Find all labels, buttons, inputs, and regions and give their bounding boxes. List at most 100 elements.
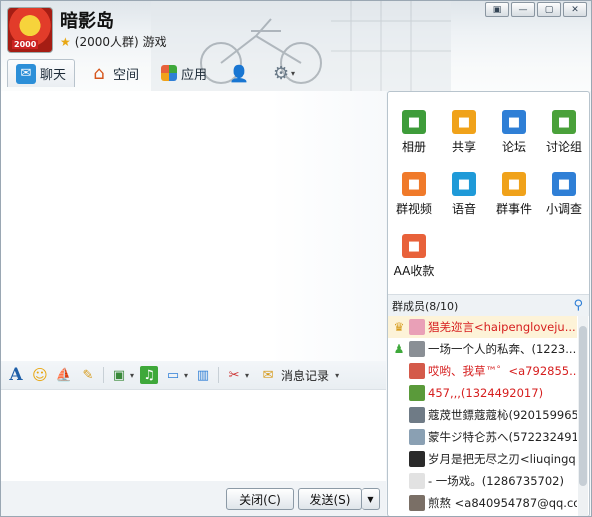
close-icon: ✕	[571, 4, 579, 15]
app-label: 共享	[451, 140, 476, 154]
member-row[interactable]: ♛猖羌迩言<haipengloveju...✎	[388, 316, 577, 338]
member-avatar	[409, 451, 425, 467]
tab-chat[interactable]: ✉ 聊天	[7, 59, 76, 87]
settings-button[interactable]: ⚙ ▾	[263, 59, 303, 87]
group-meta: ★ (2000人群) 游戏	[60, 33, 167, 50]
member-name: 岁月是把无尽之刃<liuqingq...	[428, 452, 577, 466]
app-forum[interactable]: ■ 论坛	[489, 110, 539, 172]
close-window-button[interactable]: ✕	[563, 2, 587, 17]
chevron-down-icon[interactable]: ▾	[184, 371, 188, 380]
search-icon[interactable]: ⚲	[573, 298, 583, 313]
no-badge	[392, 473, 406, 489]
survey-icon: ■	[552, 172, 576, 196]
app-label: 小调查	[545, 202, 582, 216]
apps-icon	[161, 65, 178, 81]
tab-space-label: 空间	[113, 67, 140, 83]
member-row[interactable]: 煎熬 <a840954787@qq.co...	[388, 492, 577, 514]
add-member-icon: 👤	[229, 63, 249, 83]
member-row[interactable]: 457,,,(1324492017)	[388, 382, 577, 404]
calendar-icon: ■	[502, 172, 526, 196]
tab-bar: ✉ 聊天 ⌂ 空间 应用 👤 ⚙ ▾	[7, 59, 303, 87]
no-badge	[392, 429, 406, 445]
emoji-icon[interactable]: ☺	[31, 366, 49, 384]
app-survey[interactable]: ■ 小调查	[539, 172, 589, 234]
minimize-icon: —	[518, 4, 528, 15]
member-name: 煎熬 <a840954787@qq.co...	[428, 496, 577, 510]
group-avatar[interactable]: 2000	[7, 7, 53, 53]
app-label: 语音	[451, 202, 476, 216]
app-aa-payment[interactable]: ■ AA收款	[389, 234, 439, 296]
member-avatar	[409, 385, 425, 401]
member-avatar	[409, 429, 425, 445]
member-row[interactable]: - 一场戏。(1286735702)	[388, 470, 577, 492]
tab-space[interactable]: ⌂ 空间	[81, 59, 147, 87]
member-avatar	[409, 319, 425, 335]
member-count: 群成员(8/10)	[392, 299, 459, 313]
font-icon[interactable]: A	[7, 365, 25, 385]
member-list: ♛猖羌迩言<haipengloveju...✎♟一场一个人的私奔、(1223..…	[388, 316, 577, 516]
app-photo-album[interactable]: ■ 相册	[389, 110, 439, 172]
skin-icon: ▣	[492, 4, 502, 15]
no-badge	[392, 407, 406, 423]
chevron-down-icon[interactable]: ▾	[245, 371, 249, 380]
app-voice[interactable]: ■ 语音	[439, 172, 489, 234]
send-button[interactable]: 发送(S)	[298, 488, 362, 510]
toolbar-divider	[218, 367, 220, 383]
maximize-icon: ▢	[544, 4, 554, 15]
member-row[interactable]: 岁月是把无尽之刃<liuqingq...	[388, 448, 577, 470]
voice-icon: ■	[452, 172, 476, 196]
group-size: (2000人群)	[74, 35, 139, 49]
add-member-button[interactable]: 👤	[221, 59, 257, 87]
send-options-button[interactable]: ▼	[362, 488, 380, 510]
no-badge	[392, 495, 406, 511]
chat-window: 2000 暗影岛 ★ (2000人群) 游戏 ▣ — ▢ ✕ ✉ 聊天 ⌂ 空间…	[0, 0, 592, 517]
member-avatar	[409, 341, 425, 357]
message-history-button[interactable]: ✉ 消息记录 ▾	[259, 366, 339, 384]
group-name: 暗影岛	[60, 11, 114, 32]
chevron-down-icon: ▼	[367, 494, 374, 504]
member-avatar	[409, 363, 425, 379]
message-area[interactable]	[1, 91, 386, 361]
app-label: 群视频	[395, 202, 432, 216]
home-icon: ⌂	[93, 62, 105, 84]
note-icon[interactable]: ✎	[79, 366, 97, 384]
app-discussion[interactable]: ■ 讨论组	[539, 110, 589, 172]
member-row[interactable]: o给u公壹暯嚸™(1347477627)	[388, 514, 577, 516]
no-badge	[392, 363, 406, 379]
skin-button[interactable]: ▣	[485, 2, 509, 17]
tab-apps-label: 应用	[181, 67, 208, 83]
music-icon[interactable]: ♫	[140, 366, 159, 384]
chevron-down-icon: ▾	[335, 370, 340, 380]
star-icon: ★	[60, 34, 71, 49]
member-list-scrollbar[interactable]	[578, 316, 588, 516]
tab-chat-label: 聊天	[40, 68, 67, 83]
photo-album-icon: ■	[402, 110, 426, 134]
image-icon[interactable]: ▣	[110, 366, 128, 384]
app-video[interactable]: ■ 群视频	[389, 172, 439, 234]
group-category: 游戏	[142, 35, 167, 49]
tab-apps[interactable]: 应用	[153, 59, 215, 87]
chevron-down-icon[interactable]: ▾	[130, 371, 134, 380]
video-icon: ■	[402, 172, 426, 196]
app-label: AA收款	[393, 264, 435, 278]
chart-icon[interactable]: ▥	[194, 366, 212, 384]
app-calendar[interactable]: ■ 群事件	[489, 172, 539, 234]
maximize-button[interactable]: ▢	[537, 2, 561, 17]
message-input[interactable]	[1, 389, 386, 481]
app-label: 论坛	[501, 140, 526, 154]
shake-icon[interactable]: ⛵	[55, 366, 73, 384]
member-name: 457,,,(1324492017)	[428, 386, 544, 400]
close-button[interactable]: 关闭(C)	[226, 488, 294, 510]
minimize-button[interactable]: —	[511, 2, 535, 17]
screenshot-icon[interactable]: ✂	[225, 366, 243, 384]
member-avatar	[409, 473, 425, 489]
member-row[interactable]: ♟ 一场一个人的私奔、(1223...	[388, 338, 577, 360]
member-row[interactable]: 哎哟、我草™゜<a792855...	[388, 360, 577, 382]
app-folder-share[interactable]: ■ 共享	[439, 110, 489, 172]
gear-icon: ⚙	[272, 62, 290, 84]
scrollbar-thumb[interactable]	[579, 326, 587, 486]
history-icon: ✉	[262, 367, 274, 383]
member-row[interactable]: 蒙牛ジ特仑苏へ(572232491)	[388, 426, 577, 448]
screen-share-icon[interactable]: ▭	[164, 366, 182, 384]
member-row[interactable]: 蔻荗世鏢蔻蔻杺(920159965)	[388, 404, 577, 426]
